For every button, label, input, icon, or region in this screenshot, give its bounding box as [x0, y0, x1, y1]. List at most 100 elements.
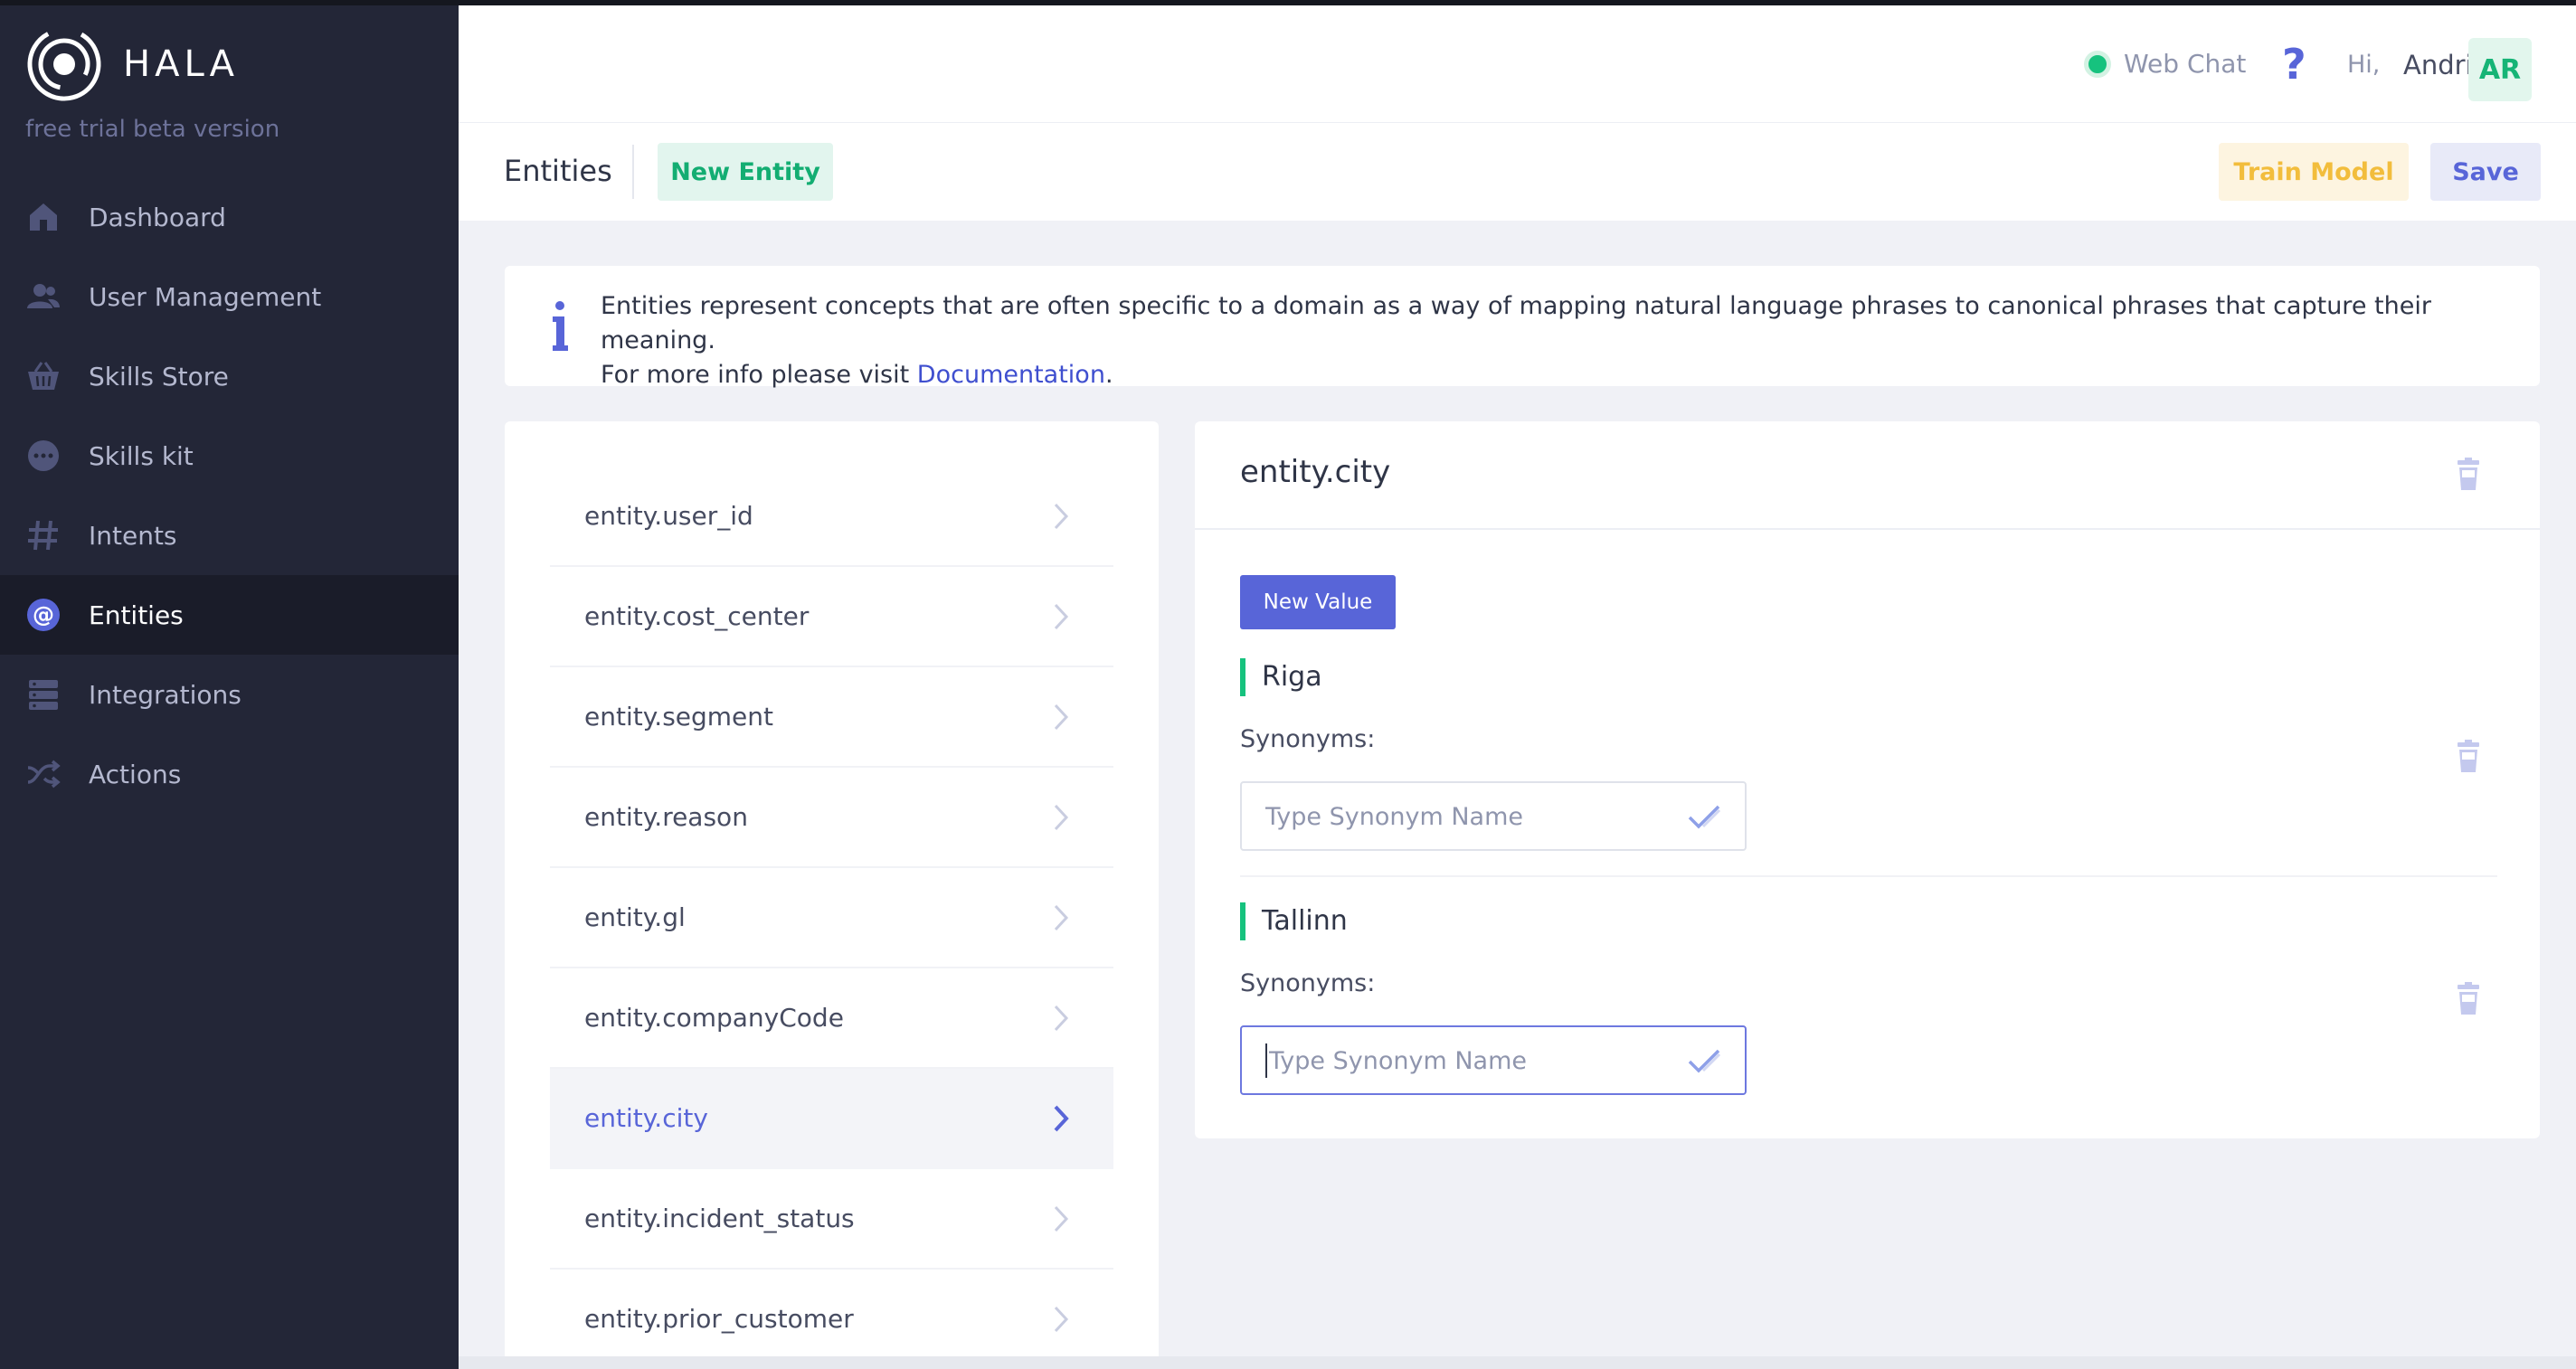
sidebar-item-intents[interactable]: Intents — [0, 496, 459, 575]
chevron-right-icon — [1054, 1005, 1069, 1032]
entity-name: entity.companyCode — [584, 1003, 844, 1033]
entity-detail-header: entity.city — [1195, 421, 2540, 530]
entity-value-name: Tallinn — [1240, 902, 1348, 940]
chat-bubble-icon — [25, 438, 62, 474]
top-header: Web Chat ? Hi, Andrii AR — [459, 0, 2576, 123]
confirm-check-icon[interactable] — [1687, 803, 1721, 830]
toolbar-divider — [632, 145, 634, 199]
chevron-right-icon — [1054, 1306, 1069, 1333]
sidebar-item-integrations[interactable]: Integrations — [0, 655, 459, 734]
info-line-2-suffix: . — [1104, 361, 1113, 389]
entity-detail-title: entity.city — [1240, 454, 1391, 490]
delete-entity-trash-icon[interactable] — [2456, 458, 2481, 492]
bottom-edge — [459, 1356, 2576, 1369]
chevron-right-icon — [1054, 904, 1069, 931]
chevron-right-icon — [1054, 804, 1069, 831]
help-icon[interactable]: ? — [2282, 40, 2306, 89]
brand-name: HALA — [123, 43, 240, 85]
entity-name: entity.segment — [584, 702, 774, 732]
delete-value-trash-icon[interactable] — [2456, 740, 2481, 774]
sidebar-item-dashboard[interactable]: Dashboard — [0, 177, 459, 257]
entity-name: entity.cost_center — [584, 601, 810, 631]
new-value-button[interactable]: New Value — [1240, 575, 1396, 629]
web-chat-label: Web Chat — [2124, 49, 2247, 79]
sidebar-item-label: Dashboard — [89, 202, 226, 232]
info-line-2: For more info please visit Documentation… — [601, 358, 2540, 392]
entity-name: entity.city — [584, 1103, 708, 1133]
online-status-icon — [2084, 50, 2111, 78]
entity-list-item[interactable]: entity.reason — [550, 768, 1113, 868]
server-icon — [25, 676, 62, 713]
web-chat-toggle[interactable]: Web Chat — [2084, 49, 2246, 79]
synonym-input[interactable] — [1265, 801, 1663, 832]
sidebar-item-user-management[interactable]: User Management — [0, 257, 459, 336]
svg-text:@: @ — [33, 602, 54, 628]
train-model-button[interactable]: Train Model — [2219, 143, 2409, 201]
entity-list-item[interactable]: entity.cost_center — [550, 567, 1113, 667]
info-banner: Entities represent concepts that are oft… — [505, 266, 2540, 389]
sidebar-item-label: User Management — [89, 281, 322, 312]
entity-list-item[interactable]: entity.companyCode — [550, 968, 1113, 1069]
synonym-field-focused — [1240, 1025, 1747, 1095]
chevron-right-icon — [1054, 1105, 1069, 1132]
entity-name: entity.prior_customer — [584, 1304, 854, 1334]
entity-name: entity.user_id — [584, 501, 753, 531]
hala-logo-icon — [27, 27, 101, 101]
sidebar-item-skills-kit[interactable]: Skills kit — [0, 416, 459, 496]
at-sign-icon: @ — [25, 597, 62, 633]
delete-value-trash-icon[interactable] — [2456, 982, 2481, 1016]
synonym-field — [1240, 781, 1747, 851]
window-top-border — [0, 0, 459, 5]
sidebar-nav: Dashboard User Management Skills Store S… — [0, 177, 459, 814]
users-icon — [25, 279, 62, 315]
chevron-right-icon — [1054, 1205, 1069, 1232]
confirm-check-icon[interactable] — [1687, 1047, 1721, 1074]
sidebar: HALA free trial beta version Dashboard U… — [0, 0, 459, 1369]
page-title: Entities — [504, 154, 612, 188]
chevron-right-icon — [1054, 703, 1069, 731]
info-icon — [553, 301, 568, 351]
brand-tagline: free trial beta version — [25, 116, 280, 143]
entity-list-item-selected[interactable]: entity.city — [550, 1069, 1113, 1169]
entity-list-item[interactable]: entity.segment — [550, 667, 1113, 768]
synonyms-label: Synonyms: — [1240, 725, 1376, 753]
text-cursor — [1265, 1043, 1267, 1078]
basket-icon — [25, 358, 62, 394]
page-toolbar: Entities New Entity Train Model Save — [459, 123, 2576, 221]
home-icon — [25, 199, 62, 235]
new-entity-button[interactable]: New Entity — [658, 143, 833, 201]
entity-list-item[interactable]: entity.user_id — [550, 467, 1113, 567]
save-button[interactable]: Save — [2430, 143, 2541, 201]
sidebar-item-entities[interactable]: @ Entities — [0, 575, 459, 655]
chevron-right-icon — [1054, 503, 1069, 530]
shuffle-icon — [25, 756, 62, 792]
sidebar-item-actions[interactable]: Actions — [0, 734, 459, 814]
sidebar-item-label: Actions — [89, 759, 182, 789]
sidebar-item-label: Entities — [89, 600, 184, 630]
sidebar-item-skills-store[interactable]: Skills Store — [0, 336, 459, 416]
entity-list-item[interactable]: entity.gl — [550, 868, 1113, 968]
sidebar-item-label: Intents — [89, 520, 177, 551]
info-line-2-prefix: For more info please visit — [601, 361, 917, 389]
entity-name: entity.incident_status — [584, 1204, 855, 1233]
sidebar-item-label: Skills kit — [89, 440, 194, 471]
info-text: Entities represent concepts that are oft… — [601, 289, 2540, 392]
chevron-right-icon — [1054, 603, 1069, 630]
entity-list-item[interactable]: entity.incident_status — [550, 1169, 1113, 1270]
greeting-text: Hi, — [2347, 51, 2381, 79]
avatar[interactable]: AR — [2468, 38, 2532, 101]
entity-list-item[interactable]: entity.prior_customer — [550, 1270, 1113, 1369]
entity-name: entity.gl — [584, 902, 686, 932]
hash-icon — [25, 517, 62, 553]
sidebar-item-label: Skills Store — [89, 361, 229, 392]
sidebar-item-label: Integrations — [89, 679, 242, 710]
brand-logo[interactable]: HALA — [25, 25, 239, 103]
entity-name: entity.reason — [584, 802, 748, 832]
entity-list: entity.user_id entity.cost_center entity… — [505, 421, 1159, 1369]
info-line-1: Entities represent concepts that are oft… — [601, 292, 2431, 354]
entity-value-name: Riga — [1240, 658, 1322, 696]
value-separator — [1240, 875, 2497, 877]
entity-detail: entity.city New Value Riga Synonyms: Tal… — [1195, 421, 2540, 1138]
synonym-input[interactable] — [1269, 1045, 1667, 1076]
documentation-link[interactable]: Documentation — [917, 361, 1105, 389]
